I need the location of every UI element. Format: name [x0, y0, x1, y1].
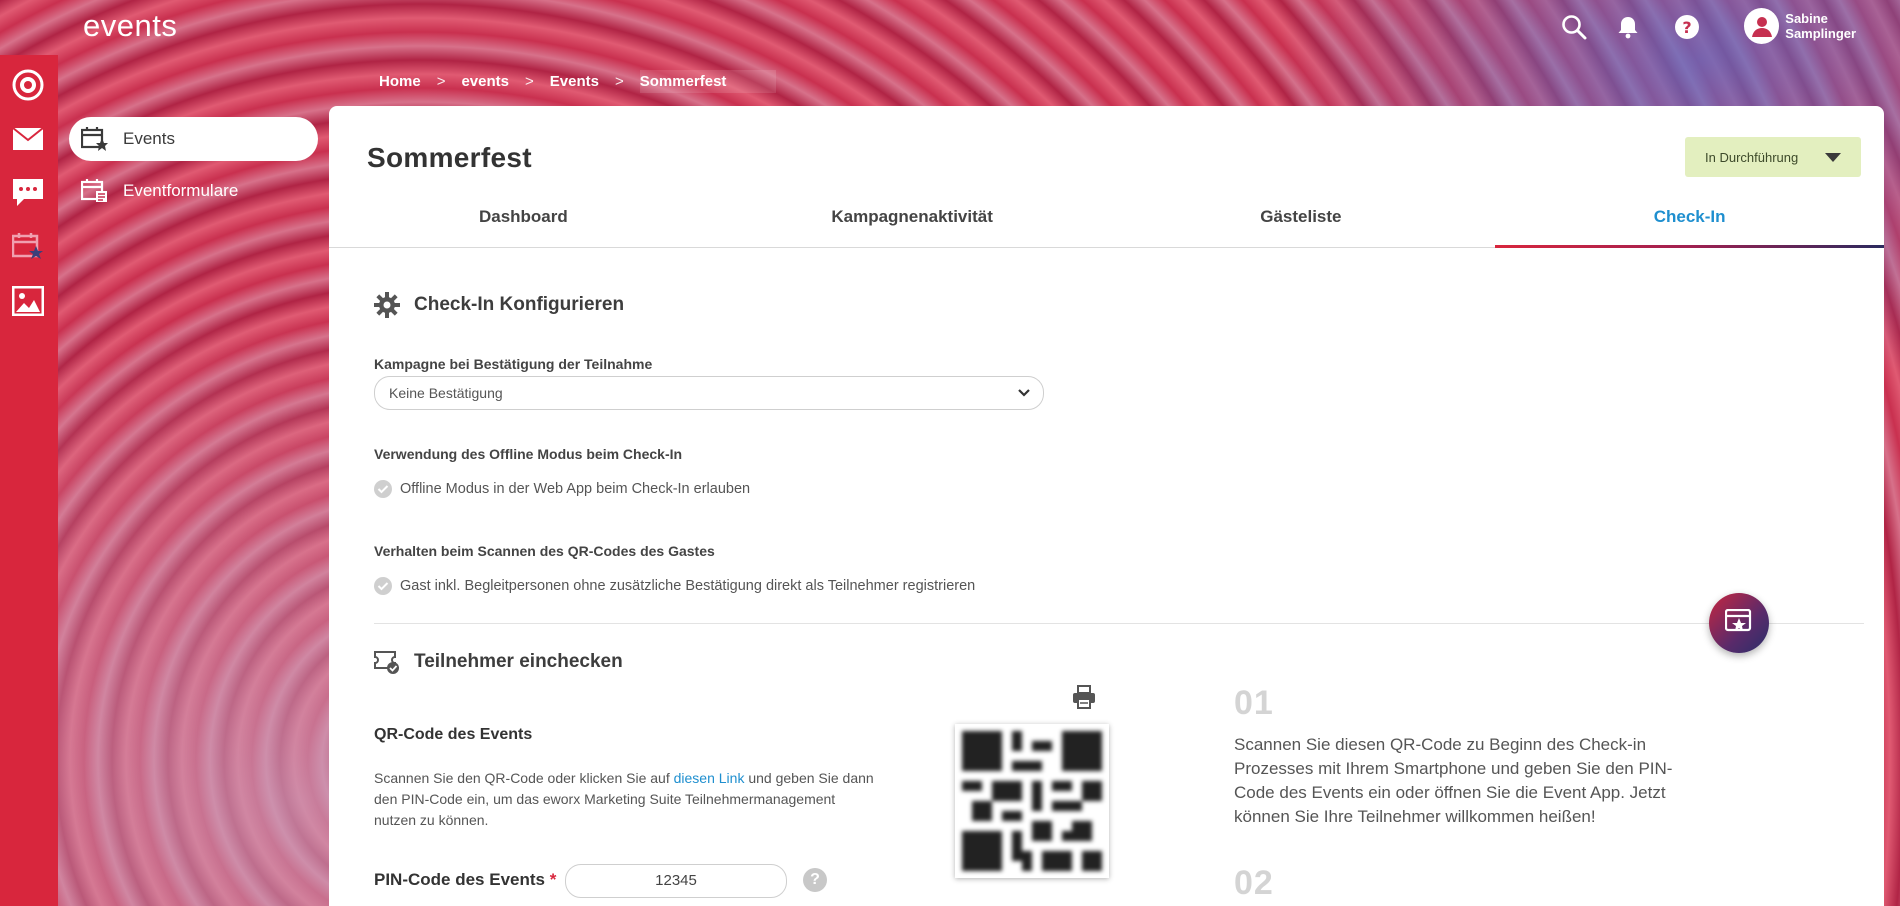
app-title: events — [83, 8, 178, 43]
chevron-down-icon — [1017, 385, 1031, 401]
config-heading-text: Check-In Konfigurieren — [414, 294, 625, 315]
offline-option[interactable]: Offline Modus in der Web App beim Check-… — [374, 480, 750, 498]
search-icon[interactable] — [1557, 10, 1591, 44]
qr-link[interactable]: diesen Link — [674, 770, 745, 786]
check-icon[interactable] — [374, 480, 392, 498]
qr-description: Scannen Sie den QR-Code oder klicken Sie… — [374, 768, 874, 831]
notifications-button[interactable] — [1611, 10, 1645, 44]
event-star-icon — [1724, 608, 1753, 638]
tab-gaesteliste[interactable]: Gästeliste — [1107, 202, 1496, 247]
campaign-select[interactable]: Keine Bestätigung — [374, 376, 1044, 410]
breadcrumb-events[interactable]: Events — [550, 73, 599, 90]
event-calendar-icon — [81, 125, 109, 153]
campaign-label: Kampagne bei Bestätigung der Teilnahme — [374, 356, 653, 372]
breadcrumb: Home > events > Events > Sommerfest — [379, 69, 777, 93]
breadcrumb-separator: > — [524, 72, 534, 90]
breadcrumb-separator: > — [436, 72, 446, 90]
mail-icon[interactable] — [10, 121, 46, 157]
step-text: Scannen Sie diesen QR-Code zu Beginn des… — [1234, 735, 1673, 826]
breadcrumb-home[interactable]: Home — [379, 73, 421, 90]
tab-dashboard[interactable]: Dashboard — [329, 202, 718, 247]
nav-item-label: Eventformulare — [123, 181, 239, 200]
help-button[interactable]: ? — [1670, 10, 1704, 44]
search-button[interactable] — [1557, 10, 1591, 44]
config-section-heading: Check-In Konfigurieren — [374, 292, 624, 318]
breadcrumb-events-app[interactable]: events — [461, 73, 509, 90]
help-icon[interactable]: ? — [803, 868, 827, 892]
scan-label: Verhalten beim Scannen des QR-Codes des … — [374, 543, 715, 559]
status-dropdown[interactable]: In Durchführung — [1685, 137, 1861, 177]
tab-kampagnenaktivitaet[interactable]: Kampagnenaktivität — [718, 202, 1107, 247]
chat-icon[interactable] — [10, 175, 46, 211]
bell-icon[interactable] — [1611, 10, 1645, 44]
qr-desc-text: Scannen Sie den QR-Code oder klicken Sie… — [374, 770, 674, 786]
user-icon — [1744, 8, 1780, 44]
scan-option[interactable]: Gast inkl. Begleitpersonen ohne zusätzli… — [374, 577, 975, 595]
check-icon[interactable] — [374, 577, 392, 595]
pin-field[interactable]: 12345 — [565, 864, 787, 898]
offline-option-label: Offline Modus in der Web App beim Check-… — [400, 481, 751, 497]
checkin-heading-text: Teilnehmer einchecken — [414, 651, 623, 672]
main-panel: Sommerfest In Durchführung Dashboard Kam… — [329, 106, 1884, 906]
image-icon[interactable] — [10, 283, 46, 319]
pin-label-text: PIN-Code des Events — [374, 870, 545, 889]
breadcrumb-separator: > — [614, 72, 624, 90]
ticket-check-icon — [374, 649, 400, 675]
checkin-section-heading: Teilnehmer einchecken — [374, 649, 623, 675]
gear-icon — [374, 292, 400, 318]
page-title: Sommerfest — [367, 142, 532, 173]
step-number: 01 — [1234, 684, 1274, 722]
top-bar: events ? Sabine Samplinger — [0, 0, 1900, 55]
nav-item-eventformulare[interactable]: Eventformulare — [69, 169, 318, 213]
scan-option-label: Gast inkl. Begleitpersonen ohne zusätzli… — [400, 578, 976, 594]
left-rail — [0, 55, 58, 906]
tab-check-in[interactable]: Check-In — [1495, 202, 1884, 248]
event-form-icon — [81, 177, 109, 205]
help-icon[interactable]: ? — [1670, 10, 1704, 44]
pin-label: PIN-Code des Events * — [374, 870, 556, 890]
status-value: In Durchführung — [1705, 149, 1799, 165]
target-icon[interactable] — [10, 67, 46, 103]
qr-code-image — [955, 724, 1109, 878]
svg-text:?: ? — [1682, 18, 1691, 37]
offline-label: Verwendung des Offline Modus beim Check-… — [374, 446, 683, 462]
printer-icon[interactable] — [1070, 684, 1098, 710]
user-name: Sabine Samplinger — [1785, 11, 1857, 41]
tab-bar: Dashboard Kampagnenaktivität Gästeliste … — [329, 202, 1884, 248]
user-menu[interactable]: Sabine Samplinger — [1744, 8, 1900, 44]
breadcrumb-current: Sommerfest — [639, 69, 777, 93]
campaign-select-value: Keine Bestätigung — [389, 385, 503, 401]
chevron-down-icon — [1825, 152, 1841, 162]
section-divider — [374, 623, 1864, 624]
step-number: 02 — [1234, 864, 1274, 902]
nav-item-events[interactable]: Events — [69, 117, 318, 161]
qr-title: QR-Code des Events — [374, 726, 533, 743]
required-marker: * — [549, 870, 557, 889]
event-fab-button[interactable] — [1709, 593, 1769, 653]
event-calendar-icon[interactable] — [10, 229, 46, 265]
nav-item-label: Events — [123, 129, 175, 148]
